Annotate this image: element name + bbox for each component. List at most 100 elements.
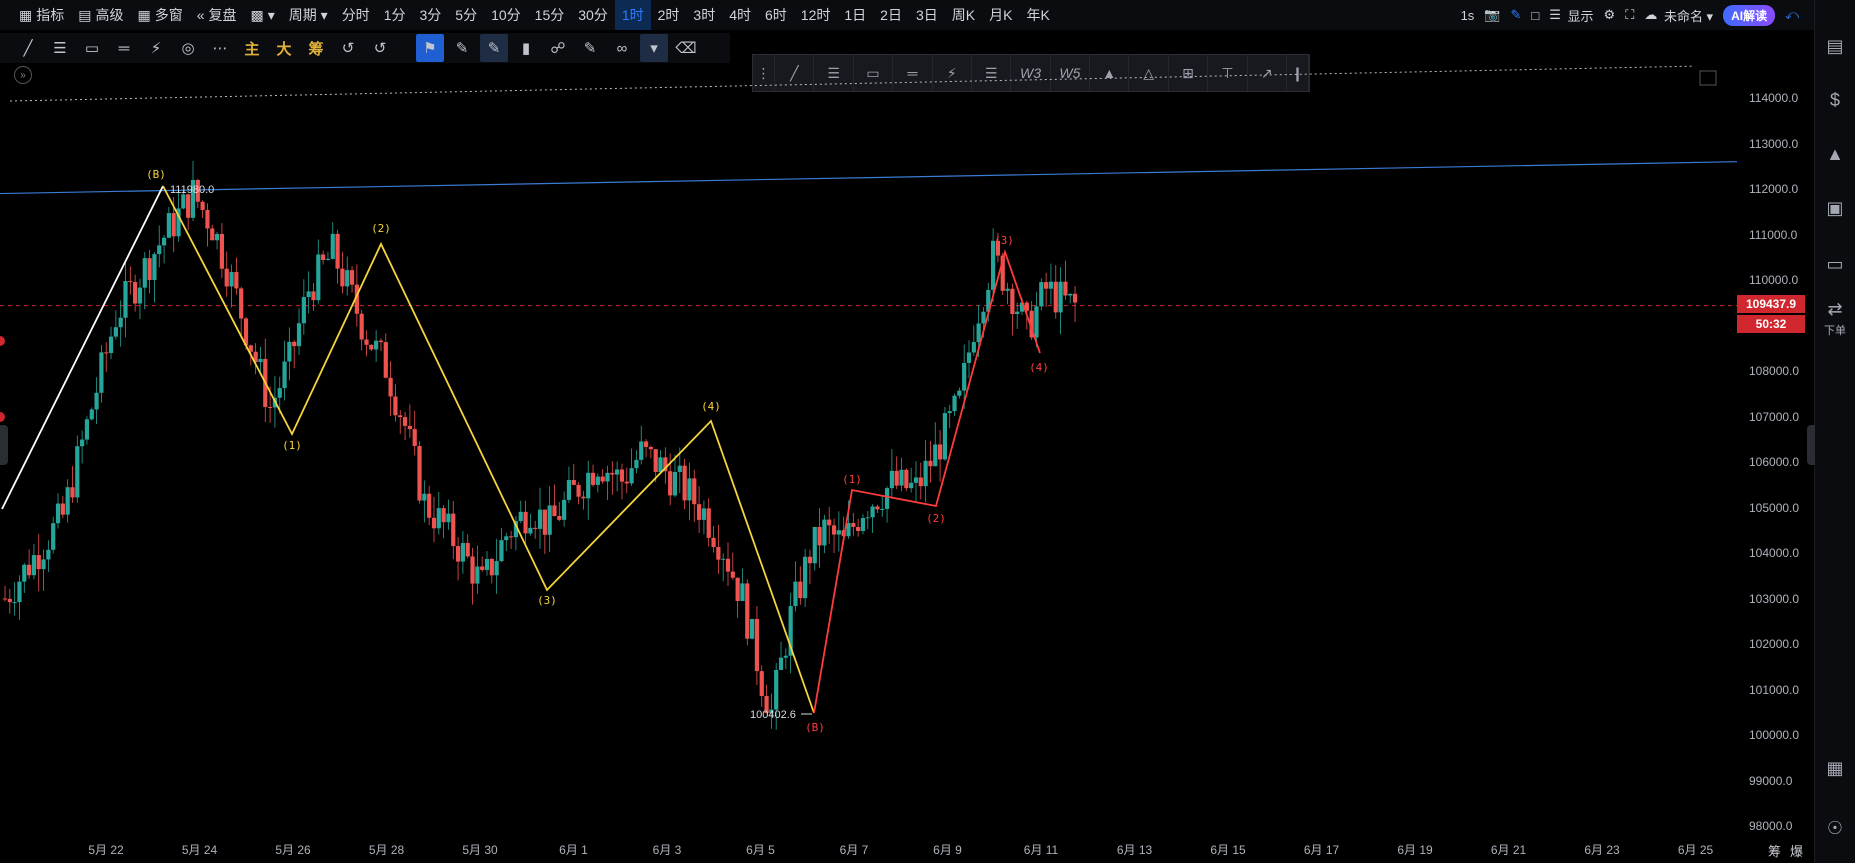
candle-body[interactable] — [966, 352, 972, 363]
candle-body[interactable] — [590, 472, 596, 485]
candle-body[interactable] — [268, 407, 273, 409]
candle-body[interactable] — [774, 669, 779, 710]
candle-body[interactable] — [292, 341, 297, 347]
candle-body[interactable] — [1015, 311, 1020, 314]
candle-body[interactable] — [807, 556, 813, 564]
candle-body[interactable] — [1063, 281, 1068, 296]
candle-body[interactable] — [330, 233, 335, 259]
chart-corner-icon[interactable] — [1699, 70, 1717, 86]
toolbar-item-1[interactable]: ▤ 高级 — [71, 0, 130, 30]
period-6[interactable]: 30分 — [571, 0, 615, 30]
horizontal-lines-icon[interactable]: ☰ — [46, 34, 74, 62]
candle-body[interactable] — [46, 549, 51, 560]
candle-body[interactable] — [2, 598, 8, 600]
candle-body[interactable] — [909, 482, 914, 489]
toolbar-item-5[interactable]: 周期 ▾ — [282, 0, 335, 30]
candle-body[interactable] — [84, 419, 90, 440]
candle-body[interactable] — [576, 484, 581, 497]
trash-icon[interactable]: ⌫ — [672, 34, 700, 62]
candle-body[interactable] — [219, 233, 224, 269]
sidebar-item-6[interactable]: ▦ — [1815, 740, 1855, 796]
sidebar-item-1[interactable]: $ — [1815, 72, 1855, 128]
candle-body[interactable] — [600, 476, 605, 482]
candle-body[interactable] — [427, 493, 432, 518]
swap-icon[interactable]: ↺ — [334, 34, 362, 62]
candle-body[interactable] — [17, 581, 22, 603]
candle-body[interactable] — [374, 340, 379, 350]
period-7[interactable]: 1时 — [614, 0, 651, 30]
candle-body[interactable] — [610, 472, 615, 475]
candle-body[interactable] — [60, 503, 65, 515]
expand-icon[interactable]: » — [14, 66, 32, 84]
candle-body[interactable] — [484, 558, 490, 570]
candle-body[interactable] — [277, 388, 282, 398]
candle-body[interactable] — [282, 361, 287, 389]
candle-body[interactable] — [827, 519, 832, 526]
period-8[interactable]: 2时 — [651, 0, 687, 30]
ai-interpret-button[interactable]: AI解读 — [1723, 4, 1776, 26]
candle-body[interactable] — [258, 358, 263, 363]
candle-body[interactable] — [904, 469, 909, 489]
candle-body[interactable] — [624, 481, 629, 484]
candle-body[interactable] — [759, 671, 764, 696]
candle-body[interactable] — [70, 487, 75, 498]
edit-icon[interactable]: ✎ — [576, 34, 604, 62]
candle-body[interactable] — [648, 446, 653, 450]
candle-body[interactable] — [976, 323, 981, 343]
window-icon[interactable]: □ — [1531, 8, 1539, 23]
candle-body[interactable] — [142, 258, 147, 288]
candle-body[interactable] — [639, 441, 644, 460]
candle-body[interactable] — [157, 245, 162, 255]
candle-body[interactable] — [446, 513, 451, 523]
candle-body[interactable] — [730, 571, 735, 578]
candle-body[interactable] — [942, 413, 947, 460]
candle-body[interactable] — [239, 288, 244, 319]
candle-body[interactable] — [412, 429, 417, 447]
candle-body[interactable] — [12, 602, 17, 604]
workspace-selector[interactable]: ☁ 未命名 ▾ — [1644, 6, 1713, 25]
price-axis[interactable]: 114000.0 113000.0 112000.0 111000.0 110000.0… — [1737, 65, 1815, 835]
candle-body[interactable] — [27, 564, 32, 576]
candle-body[interactable] — [1010, 288, 1015, 314]
candle-body[interactable] — [846, 523, 851, 537]
candle-body[interactable] — [880, 508, 885, 510]
candle-body[interactable] — [682, 465, 687, 501]
candle-body[interactable] — [557, 516, 562, 520]
drawbar-text-tool[interactable]: 主 — [238, 34, 266, 62]
candle-body[interactable] — [108, 336, 114, 353]
candle-body[interactable] — [619, 469, 625, 482]
sidebar-item-5[interactable]: ⇄ 下单 — [1815, 290, 1855, 346]
candle-body[interactable] — [658, 457, 663, 472]
candle-body[interactable] — [687, 478, 692, 501]
settings-icon[interactable]: ⚙ — [1604, 7, 1616, 23]
candle-body[interactable] — [566, 480, 572, 500]
candle-body[interactable] — [542, 509, 547, 535]
candle-body[interactable] — [181, 194, 186, 209]
more-icon[interactable]: ⋯ — [206, 34, 234, 62]
candle-body[interactable] — [957, 390, 962, 396]
candle-body[interactable] — [166, 213, 171, 238]
candle-body[interactable] — [75, 446, 80, 498]
toolbar-item-0[interactable]: ▦ 指标 — [12, 0, 71, 30]
candle-body[interactable] — [629, 468, 634, 484]
yellow-elliott-wave[interactable] — [162, 185, 815, 714]
candle-body[interactable] — [745, 583, 750, 639]
candle-body[interactable] — [851, 523, 856, 527]
period-9[interactable]: 3时 — [686, 0, 722, 30]
candle-body[interactable] — [711, 537, 716, 548]
candle-body[interactable] — [571, 480, 576, 485]
candle-body[interactable] — [981, 311, 986, 324]
link-icon[interactable]: ∞ — [608, 34, 636, 62]
candle-body[interactable] — [229, 272, 234, 287]
candle-body[interactable] — [643, 441, 649, 447]
candle-body[interactable] — [128, 281, 133, 283]
axis-end-label[interactable]: 爆 — [1790, 841, 1803, 860]
candle-body[interactable] — [306, 291, 311, 298]
candle-body[interactable] — [831, 525, 837, 535]
candle-body[interactable] — [793, 581, 798, 607]
candle-body[interactable] — [817, 526, 822, 546]
candle-body[interactable] — [422, 493, 427, 501]
candle-body[interactable] — [359, 313, 364, 340]
candle-body[interactable] — [465, 543, 470, 557]
left-panel-toggle[interactable] — [0, 425, 8, 465]
